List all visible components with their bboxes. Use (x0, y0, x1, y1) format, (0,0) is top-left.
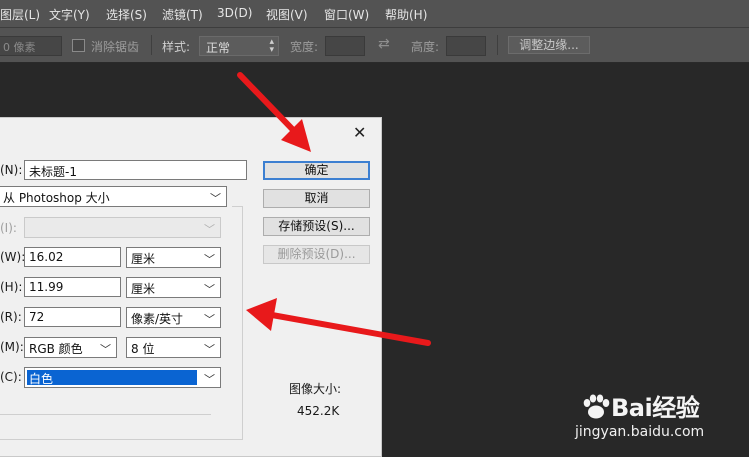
watermark-url: jingyan.baidu.com (575, 424, 705, 440)
arrow-to-resolution (246, 298, 431, 346)
annotation-overlay (237, 72, 431, 346)
paw-icon (581, 394, 611, 420)
baidu-jingyan-logo: Bai经验 (581, 388, 700, 423)
arrow-to-ok-button (237, 72, 311, 152)
logo-text: Bai经验 (611, 394, 700, 422)
